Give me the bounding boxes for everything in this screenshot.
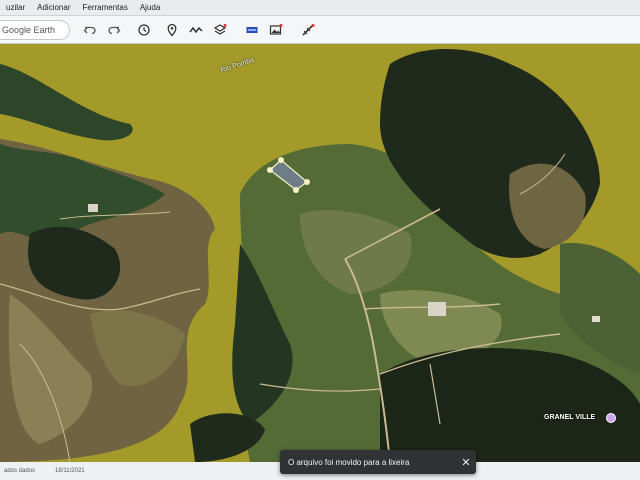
- place-label-granel-ville[interactable]: GRANEL VILLE: [544, 414, 595, 421]
- close-icon[interactable]: ✕: [456, 456, 476, 469]
- measure-icon[interactable]: [298, 20, 318, 40]
- imagery-date: 18/11/2021: [55, 468, 85, 474]
- photo-overlay-icon[interactable]: [242, 20, 262, 40]
- history-icon[interactable]: [134, 20, 154, 40]
- path-icon[interactable]: [186, 20, 206, 40]
- redo-icon[interactable]: [104, 20, 124, 40]
- placemark-icon[interactable]: [162, 20, 182, 40]
- undo-icon[interactable]: [80, 20, 100, 40]
- image-icon[interactable]: [266, 20, 286, 40]
- menu-bar: uzilar Adicionar Ferramentas Ajuda: [0, 0, 640, 16]
- toolbar: Google Earth: [0, 16, 640, 44]
- menu-item-tools[interactable]: Ferramentas: [76, 3, 133, 12]
- menu-item-help[interactable]: Ajuda: [134, 3, 166, 12]
- imagery-label: ados dados: [4, 468, 36, 474]
- toast-message: O arquivo foi movido para a lixeira: [288, 457, 410, 467]
- satellite-map[interactable]: Rio Pomba GRANEL VILLE: [0, 44, 640, 462]
- placemark-pin-icon[interactable]: [606, 413, 616, 423]
- snackbar-toast: O arquivo foi movido para a lixeira ✕: [280, 450, 476, 474]
- satellite-imagery: [0, 44, 640, 462]
- layers-icon[interactable]: [210, 20, 230, 40]
- menu-item-view[interactable]: uzilar: [0, 3, 31, 12]
- menu-item-add[interactable]: Adicionar: [31, 3, 76, 12]
- search-field[interactable]: Google Earth: [0, 19, 70, 40]
- search-field-text: Google Earth: [2, 24, 56, 35]
